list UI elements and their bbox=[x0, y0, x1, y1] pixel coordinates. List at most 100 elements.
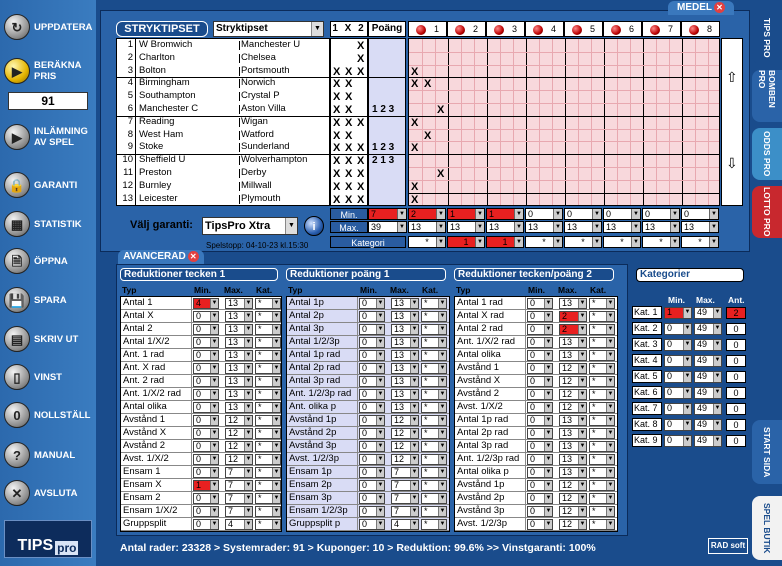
max-select[interactable]: 13 ▼ bbox=[559, 441, 587, 452]
kat-select[interactable]: * ▼ bbox=[421, 441, 447, 452]
chevron-down-icon[interactable]: ▼ bbox=[272, 403, 280, 412]
sidebar-button-4[interactable]: ▦ STATISTIK bbox=[4, 211, 92, 237]
max-select[interactable]: 13 ▼ bbox=[391, 389, 419, 400]
min-select[interactable]: 0 ▼ bbox=[527, 454, 553, 465]
group-mark[interactable]: X bbox=[411, 194, 418, 206]
min-select[interactable]: 0 ▼ bbox=[527, 415, 553, 426]
x12-mark[interactable]: X bbox=[333, 142, 340, 154]
sidebar-button-10[interactable]: ? MANUAL bbox=[4, 442, 92, 468]
info-icon[interactable]: i bbox=[304, 216, 324, 236]
max-select[interactable]: 13 ▼ bbox=[642, 221, 680, 233]
chevron-down-icon[interactable]: ▼ bbox=[683, 340, 691, 350]
kategori-max-select[interactable]: 49 ▼ bbox=[694, 339, 722, 351]
kat-select[interactable]: * ▼ bbox=[421, 350, 447, 361]
chevron-down-icon[interactable]: ▼ bbox=[376, 468, 384, 477]
group-grid[interactable]: XXXXXXXXXX bbox=[408, 38, 720, 206]
min-select[interactable]: 0 ▼ bbox=[359, 415, 385, 426]
chevron-down-icon[interactable]: ▼ bbox=[376, 390, 384, 399]
max-select[interactable]: 12 ▼ bbox=[559, 519, 587, 530]
min-select[interactable]: 0 ▼ bbox=[527, 480, 553, 491]
kat-select[interactable]: * ▼ bbox=[255, 428, 281, 439]
chevron-down-icon[interactable]: ▼ bbox=[210, 338, 218, 347]
chevron-down-icon[interactable]: ▼ bbox=[272, 507, 280, 516]
sidebar-button-2[interactable]: ▶ INLÄMNING AV SPEL bbox=[4, 124, 92, 150]
chevron-down-icon[interactable]: ▼ bbox=[410, 494, 418, 503]
chevron-down-icon[interactable]: ▼ bbox=[606, 429, 614, 438]
chevron-down-icon[interactable]: ▼ bbox=[683, 308, 691, 318]
max-select[interactable]: 7 ▼ bbox=[391, 506, 419, 517]
min-select[interactable]: 0 ▼ bbox=[193, 337, 219, 348]
min-select[interactable]: 0 ▼ bbox=[193, 415, 219, 426]
chevron-down-icon[interactable]: ▼ bbox=[713, 420, 721, 430]
chevron-down-icon[interactable]: ▼ bbox=[438, 520, 446, 529]
kat-select[interactable]: * ▼ bbox=[421, 493, 447, 504]
chevron-down-icon[interactable]: ▼ bbox=[709, 222, 718, 232]
chevron-down-icon[interactable]: ▼ bbox=[544, 364, 552, 373]
kat-select[interactable]: * ▼ bbox=[589, 519, 615, 530]
min-select[interactable]: 0 ▼ bbox=[359, 454, 385, 465]
max-select[interactable]: 13 ▼ bbox=[559, 350, 587, 361]
min-select[interactable]: 0 ▼ bbox=[359, 389, 385, 400]
kat-select[interactable]: * ▼ bbox=[255, 389, 281, 400]
min-select[interactable]: 0 ▼ bbox=[527, 324, 553, 335]
x12-grid[interactable]: XXXXXXXXXXXXXXXXXXXXXXXXXXXXXXX bbox=[330, 38, 368, 206]
group-mark[interactable]: X bbox=[437, 104, 444, 116]
arrow-up-icon[interactable]: ⇧ bbox=[726, 69, 738, 86]
min-select[interactable]: 0 ▼ bbox=[193, 324, 219, 335]
kategori-max-select[interactable]: 49 ▼ bbox=[694, 323, 722, 335]
chevron-down-icon[interactable]: ▼ bbox=[210, 325, 218, 334]
max-select[interactable]: 13 ▼ bbox=[391, 324, 419, 335]
chevron-down-icon[interactable]: ▼ bbox=[410, 325, 418, 334]
chevron-down-icon[interactable]: ▼ bbox=[578, 468, 586, 477]
chevron-down-icon[interactable]: ▼ bbox=[410, 299, 418, 308]
chevron-down-icon[interactable]: ▼ bbox=[438, 468, 446, 477]
max-select[interactable]: 13 ▼ bbox=[391, 350, 419, 361]
kat-select[interactable]: * ▼ bbox=[589, 311, 615, 322]
chevron-down-icon[interactable]: ▼ bbox=[578, 312, 586, 321]
min-select[interactable]: 0 ▼ bbox=[527, 311, 553, 322]
max-select[interactable]: 13 ▼ bbox=[391, 298, 419, 309]
chevron-down-icon[interactable]: ▼ bbox=[410, 429, 418, 438]
max-select[interactable]: 12 ▼ bbox=[225, 454, 253, 465]
chevron-down-icon[interactable]: ▼ bbox=[683, 404, 691, 414]
group-button-icon[interactable] bbox=[493, 24, 504, 35]
x12-mark[interactable]: X bbox=[345, 117, 352, 129]
min-select[interactable]: 0 ▼ bbox=[359, 324, 385, 335]
group-button-icon[interactable] bbox=[571, 24, 582, 35]
chevron-down-icon[interactable]: ▼ bbox=[438, 403, 446, 412]
min-select[interactable]: 2 ▼ bbox=[408, 208, 446, 220]
chevron-down-icon[interactable]: ▼ bbox=[272, 468, 280, 477]
x12-mark[interactable]: X bbox=[357, 142, 364, 154]
chevron-down-icon[interactable]: ▼ bbox=[544, 351, 552, 360]
max-select[interactable]: 13 ▼ bbox=[225, 376, 253, 387]
x12-mark[interactable]: X bbox=[345, 155, 352, 167]
chevron-down-icon[interactable]: ▼ bbox=[410, 312, 418, 321]
right-tab-3[interactable]: LOTTO PRO bbox=[752, 186, 782, 238]
min-select[interactable]: 0 ▼ bbox=[642, 208, 680, 220]
chevron-down-icon[interactable]: ▼ bbox=[244, 312, 252, 321]
max-select[interactable]: 13 ▼ bbox=[225, 324, 253, 335]
chevron-down-icon[interactable]: ▼ bbox=[631, 237, 640, 247]
chevron-down-icon[interactable]: ▼ bbox=[578, 507, 586, 516]
chevron-down-icon[interactable]: ▼ bbox=[606, 481, 614, 490]
chevron-down-icon[interactable]: ▼ bbox=[272, 429, 280, 438]
sidebar-button-0[interactable]: ↻ UPPDATERA bbox=[4, 14, 92, 40]
chevron-down-icon[interactable]: ▼ bbox=[272, 520, 280, 529]
min-select[interactable]: 0 ▼ bbox=[525, 208, 563, 220]
chevron-down-icon[interactable]: ▼ bbox=[544, 377, 552, 386]
chevron-down-icon[interactable]: ▼ bbox=[578, 338, 586, 347]
x12-mark[interactable]: X bbox=[357, 181, 364, 193]
chevron-down-icon[interactable]: ▼ bbox=[210, 403, 218, 412]
kat-select[interactable]: * ▼ bbox=[421, 298, 447, 309]
x12-mark[interactable]: X bbox=[345, 91, 352, 103]
min-select[interactable]: 0 ▼ bbox=[527, 376, 553, 387]
kat-select[interactable]: * ▼ bbox=[589, 441, 615, 452]
max-select[interactable]: 13 ▼ bbox=[225, 402, 253, 413]
max-select[interactable]: 13 ▼ bbox=[391, 363, 419, 374]
game-select[interactable]: Stryktipset ▼ bbox=[213, 21, 324, 37]
chevron-down-icon[interactable]: ▼ bbox=[438, 351, 446, 360]
chevron-down-icon[interactable]: ▼ bbox=[244, 442, 252, 451]
kat-select[interactable]: * ▼ bbox=[421, 506, 447, 517]
chevron-down-icon[interactable]: ▼ bbox=[578, 390, 586, 399]
kategori-min-select[interactable]: 0 ▼ bbox=[664, 339, 692, 351]
